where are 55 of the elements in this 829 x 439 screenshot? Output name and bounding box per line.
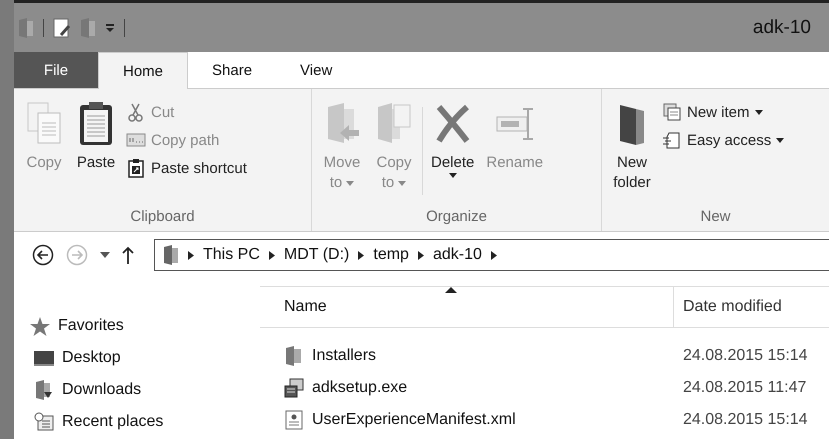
ribbon-tab[interactable]: File [14, 52, 98, 88]
date-cell-text: 24.08.2015 15:14 [682, 411, 808, 429]
shortcut-icon [126, 158, 146, 178]
xml-file-icon [284, 410, 304, 430]
sidebar-header[interactable]: Favorites [30, 310, 260, 342]
file-name-cell[interactable]: adksetup.exe [260, 378, 674, 398]
group-label: New [699, 207, 732, 227]
sidebar-item[interactable]: Downloads [30, 374, 260, 406]
breadcrumb[interactable]: temp [373, 246, 409, 264]
ribbon-button[interactable]: New item [660, 99, 786, 125]
downloads-icon [34, 380, 54, 400]
star-icon [30, 316, 50, 336]
group-label: Organize [425, 207, 488, 227]
sort-ascending-icon [445, 287, 457, 293]
breadcrumb-arrow-icon[interactable] [358, 250, 364, 260]
customize-menu-icon[interactable] [105, 22, 115, 32]
date-cell-text: 24.08.2015 15:14 [682, 347, 808, 365]
ribbon-tab[interactable]: Home [98, 52, 188, 89]
column-header[interactable]: Date modified [674, 287, 829, 327]
group-label: Clipboard [129, 207, 196, 227]
breadcrumb[interactable]: adk-10 [432, 246, 482, 264]
column-header[interactable]: Name [260, 287, 674, 327]
dropdown-caret-icon [346, 180, 354, 186]
ribbon-button[interactable]: Paste shortcut [124, 155, 249, 181]
ribbon-button[interactable]: Easy access [660, 127, 786, 153]
ribbon-button[interactable]: Paste [72, 93, 120, 173]
properties-icon[interactable] [53, 16, 71, 38]
breadcrumb-arrow-icon[interactable] [268, 250, 275, 260]
breadcrumb-arrow-icon[interactable] [490, 250, 497, 260]
new-item-icon [662, 102, 682, 122]
file-name-cell[interactable]: Installers [260, 346, 674, 366]
window-title: adk-10 [752, 16, 811, 38]
up-arrow-icon[interactable] [122, 246, 134, 264]
desktop-icon [34, 348, 54, 368]
ribbon-button[interactable]: Delete [427, 93, 478, 178]
sidebar-item[interactable]: Recent places [30, 406, 260, 438]
back-button[interactable] [32, 244, 54, 266]
breadcrumb[interactable]: MDT (D:) [284, 246, 350, 264]
ribbon-button[interactable]: New folder [608, 93, 656, 193]
easy-access-icon [662, 130, 682, 150]
recent-places-icon [34, 412, 54, 432]
folder-icon [163, 244, 179, 266]
date-cell-text: 24.08.2015 11:47 [682, 379, 806, 397]
breadcrumb[interactable]: This PC [203, 246, 260, 264]
file-name-cell[interactable]: UserExperienceManifest.xml [260, 410, 674, 430]
dropdown-caret-icon [448, 173, 457, 178]
dropdown-caret-icon [398, 180, 406, 186]
breadcrumb-arrow-icon[interactable] [188, 250, 194, 260]
dropdown-caret-icon [754, 110, 763, 114]
recent-locations-caret-icon[interactable] [100, 252, 110, 258]
folder-icon [284, 346, 304, 366]
breadcrumb-arrow-icon[interactable] [418, 250, 424, 260]
sidebar-item[interactable]: Desktop [30, 342, 260, 374]
address-bar[interactable]: This PC MDT (D:) temp adk-10 [154, 239, 829, 271]
dropdown-caret-icon [776, 138, 784, 142]
